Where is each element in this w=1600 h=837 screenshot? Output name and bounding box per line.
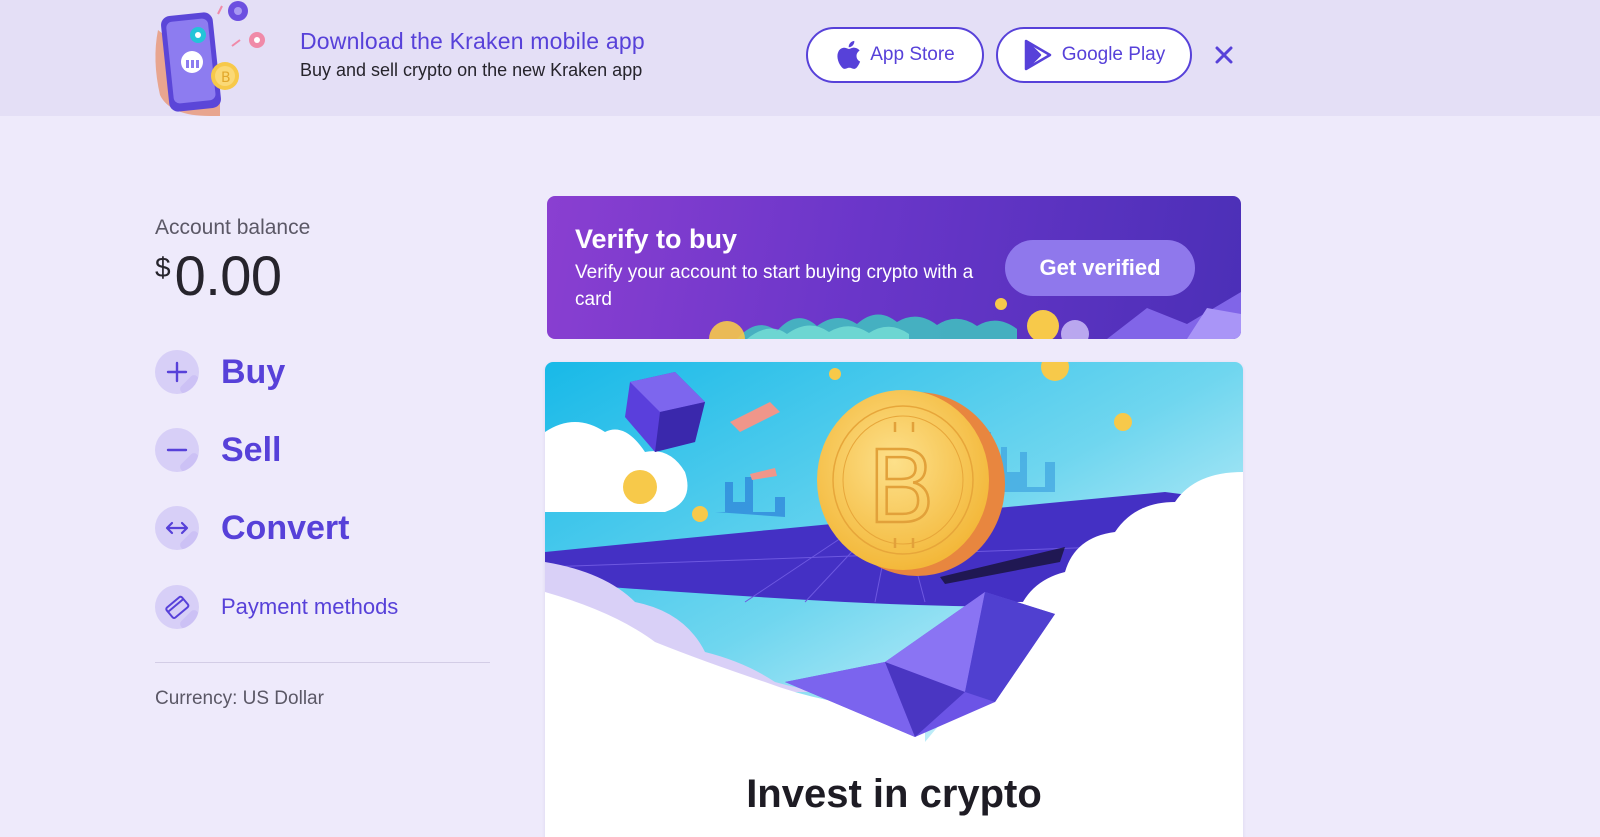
sell-action[interactable]: Sell xyxy=(155,428,281,472)
verify-title: Verify to buy xyxy=(575,224,738,254)
svg-text:B: B xyxy=(221,70,231,86)
bitcoin-illustration: B xyxy=(545,362,1243,742)
app-store-label: App Store xyxy=(870,44,955,65)
account-summary: Account balance $ 0.00 xyxy=(155,216,490,306)
google-play-icon xyxy=(1024,39,1051,71)
invest-title: Invest in crypto xyxy=(746,772,1042,816)
card-icon xyxy=(155,585,199,629)
convert-action[interactable]: Convert xyxy=(155,506,349,550)
invest-card: B Invest in crypto xyxy=(545,362,1243,837)
plus-icon xyxy=(155,350,199,394)
banner-title: Download the Kraken mobile app xyxy=(300,28,645,54)
app-store-button[interactable]: App Store xyxy=(806,27,984,83)
divider xyxy=(155,662,490,663)
app-download-banner: B Download the Kraken mobile app Buy and… xyxy=(0,0,1600,116)
get-verified-button[interactable]: Get verified xyxy=(1005,240,1195,296)
sell-label: Sell xyxy=(221,430,282,469)
payment-methods-action[interactable]: Payment methods xyxy=(155,585,398,629)
account-balance: $ 0.00 xyxy=(155,246,490,306)
payment-methods-label: Payment methods xyxy=(221,594,399,619)
verify-card: Verify to buy Verify your account to sta… xyxy=(547,196,1241,339)
buy-label: Buy xyxy=(221,352,286,391)
balance-label: Account balance xyxy=(155,216,311,239)
apple-icon xyxy=(837,40,861,69)
balance-amount: 0.00 xyxy=(174,244,283,307)
close-icon xyxy=(1215,46,1233,64)
phone-illustration: B xyxy=(155,1,265,116)
currency-label: Currency: US Dollar xyxy=(155,688,324,709)
buy-action[interactable]: Buy xyxy=(155,350,285,394)
convert-label: Convert xyxy=(221,508,350,547)
balance-currency-symbol: $ xyxy=(155,252,171,283)
google-play-label: Google Play xyxy=(1061,44,1166,65)
minus-icon xyxy=(155,428,199,472)
verify-description: Verify your account to start buying cryp… xyxy=(575,262,974,310)
banner-subtitle: Buy and sell crypto on the new Kraken ap… xyxy=(300,60,643,80)
swap-arrows-icon xyxy=(155,506,199,550)
google-play-button[interactable]: Google Play xyxy=(996,27,1192,83)
close-banner-button[interactable] xyxy=(1209,40,1239,70)
svg-text:B: B xyxy=(867,429,936,546)
